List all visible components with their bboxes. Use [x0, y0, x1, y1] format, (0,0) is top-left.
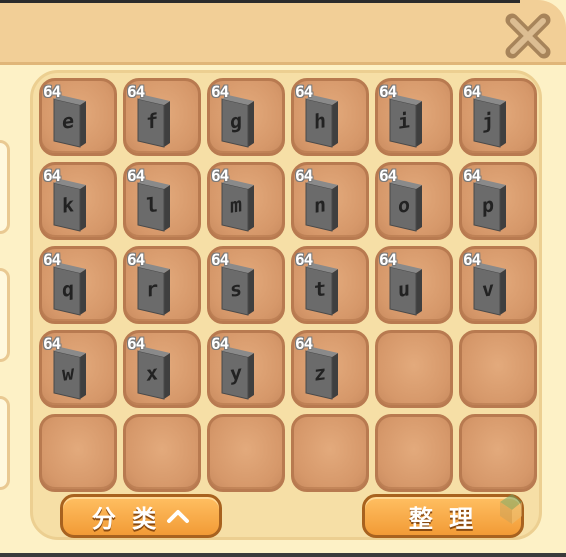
- item-count: 64: [43, 334, 61, 353]
- inventory-slot[interactable]: [123, 414, 201, 492]
- block-letter: y: [229, 360, 243, 386]
- block-letter: s: [229, 276, 243, 302]
- side-tab-1[interactable]: [0, 140, 10, 234]
- inventory-slot[interactable]: u 64: [375, 246, 453, 324]
- block-letter: q: [61, 276, 75, 302]
- inventory-slot[interactable]: o 64: [375, 162, 453, 240]
- item-count: 64: [379, 250, 397, 269]
- top-edge: [0, 0, 520, 3]
- block-letter: k: [61, 192, 75, 218]
- inventory-panel: e 64 f 64 g 64 h 64 i 64 j 64 k 64 l 64 m 64 n 64 o 64 p 64 q 64 r…: [0, 0, 566, 553]
- inventory-slot[interactable]: y 64: [207, 330, 285, 408]
- block-letter: n: [313, 192, 327, 218]
- inventory-slot[interactable]: e 64: [39, 78, 117, 156]
- inventory-slot[interactable]: j 64: [459, 78, 537, 156]
- block-letter: v: [481, 276, 495, 302]
- item-count: 64: [463, 166, 481, 185]
- close-button[interactable]: [502, 10, 554, 62]
- inventory-slot[interactable]: m 64: [207, 162, 285, 240]
- inventory-slot[interactable]: k 64: [39, 162, 117, 240]
- item-count: 64: [211, 334, 229, 353]
- inventory-slot[interactable]: h 64: [291, 78, 369, 156]
- inventory-slot[interactable]: n 64: [291, 162, 369, 240]
- chevron-up-icon: [166, 502, 190, 530]
- inventory-slot[interactable]: r 64: [123, 246, 201, 324]
- sort-button-label: 整 理: [408, 504, 478, 533]
- item-count: 64: [463, 250, 481, 269]
- item-count: 64: [295, 334, 313, 353]
- block-letter: w: [61, 360, 75, 386]
- inventory-slot[interactable]: f 64: [123, 78, 201, 156]
- block-letter: i: [397, 108, 411, 134]
- inventory-slot[interactable]: z 64: [291, 330, 369, 408]
- item-count: 64: [211, 82, 229, 101]
- inventory-slot[interactable]: p 64: [459, 162, 537, 240]
- block-letter: r: [145, 276, 159, 302]
- block-letter: e: [61, 108, 75, 134]
- block-letter: h: [313, 108, 327, 134]
- panel-header: [0, 0, 566, 65]
- inventory-slot[interactable]: s 64: [207, 246, 285, 324]
- close-icon: [505, 13, 551, 59]
- item-count: 64: [379, 166, 397, 185]
- item-count: 64: [43, 166, 61, 185]
- inventory-slot[interactable]: [459, 414, 537, 492]
- inventory-slot[interactable]: v 64: [459, 246, 537, 324]
- inventory-slot[interactable]: [459, 330, 537, 408]
- side-tab-3[interactable]: [0, 396, 10, 490]
- block-letter: l: [145, 192, 159, 218]
- item-count: 64: [127, 334, 145, 353]
- block-letter: o: [397, 192, 411, 218]
- inventory-slot[interactable]: q 64: [39, 246, 117, 324]
- inventory-slot[interactable]: [375, 414, 453, 492]
- inventory-slot[interactable]: x 64: [123, 330, 201, 408]
- block-letter: f: [145, 108, 159, 134]
- inventory-slot[interactable]: i 64: [375, 78, 453, 156]
- block-letter: x: [145, 360, 159, 386]
- item-count: 64: [379, 82, 397, 101]
- item-count: 64: [463, 82, 481, 101]
- item-count: 64: [295, 250, 313, 269]
- inventory-slot[interactable]: l 64: [123, 162, 201, 240]
- block-letter: t: [313, 276, 327, 302]
- inventory-slot[interactable]: [375, 330, 453, 408]
- inventory-slot[interactable]: [39, 414, 117, 492]
- item-count: 64: [43, 250, 61, 269]
- inventory-slot[interactable]: g 64: [207, 78, 285, 156]
- side-tab-2[interactable]: [0, 268, 10, 362]
- category-button[interactable]: 分 类: [60, 494, 222, 538]
- item-count: 64: [127, 250, 145, 269]
- block-letter: j: [481, 108, 495, 134]
- item-count: 64: [211, 166, 229, 185]
- category-button-label: 分 类: [91, 504, 161, 533]
- block-letter: z: [313, 360, 327, 386]
- inventory-slot[interactable]: [291, 414, 369, 492]
- item-count: 64: [43, 82, 61, 101]
- item-count: 64: [127, 166, 145, 185]
- inventory-slot[interactable]: t 64: [291, 246, 369, 324]
- item-count: 64: [127, 82, 145, 101]
- inventory-slot[interactable]: [207, 414, 285, 492]
- watermark-logo: [480, 484, 566, 553]
- block-letter: p: [481, 192, 495, 218]
- item-count: 64: [295, 82, 313, 101]
- item-count: 64: [211, 250, 229, 269]
- inventory-slot[interactable]: w 64: [39, 330, 117, 408]
- block-letter: g: [229, 108, 243, 134]
- item-count: 64: [295, 166, 313, 185]
- block-letter: u: [397, 276, 411, 302]
- block-letter: m: [229, 192, 243, 218]
